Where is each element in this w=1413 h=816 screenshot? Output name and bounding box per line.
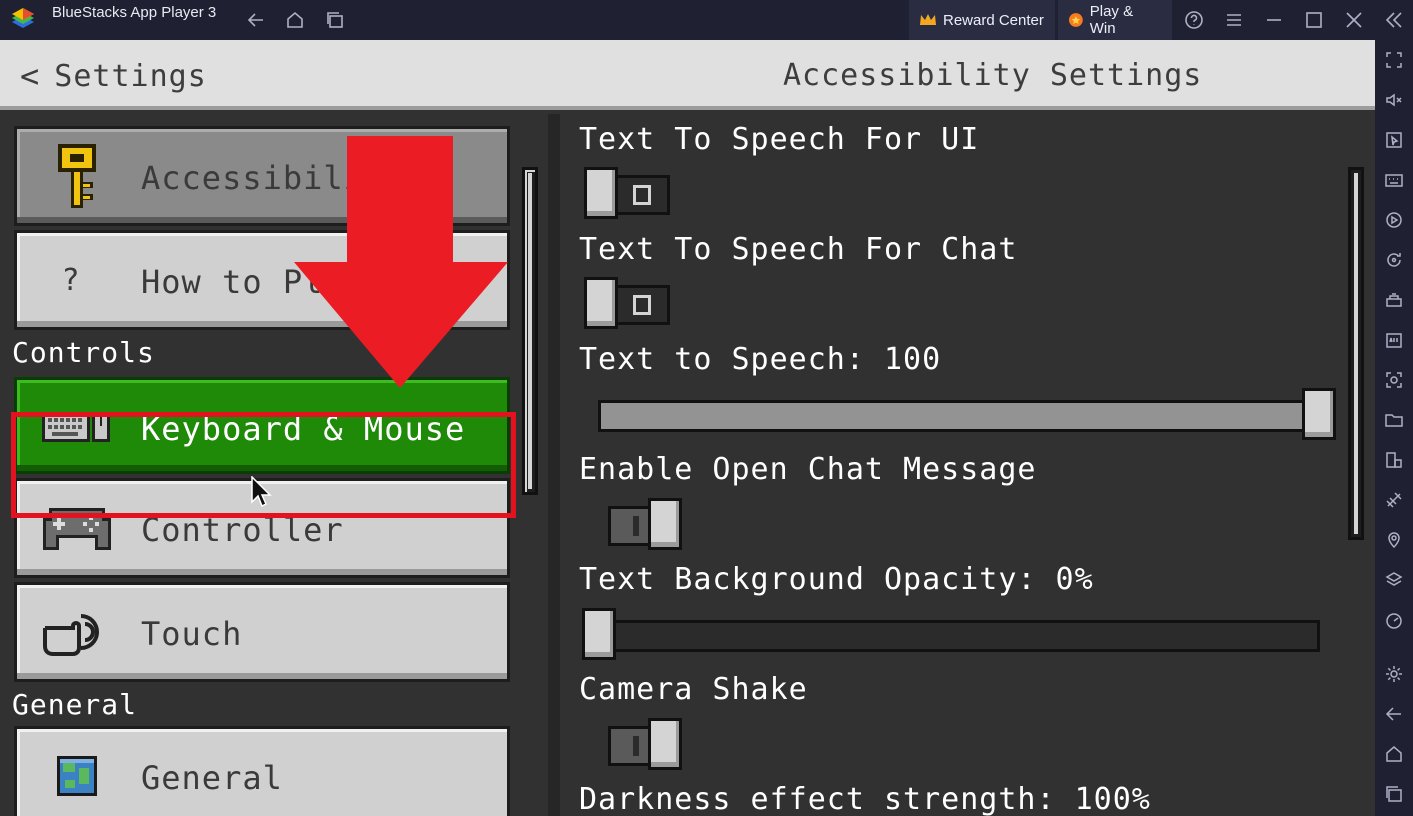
section-general: General xyxy=(12,688,138,721)
play-win-label: Play & Win xyxy=(1089,3,1134,37)
nav-touch-label: Touch xyxy=(141,615,243,653)
close-icon[interactable] xyxy=(1342,8,1366,32)
bg-opacity-label: Text Background Opacity: 0% xyxy=(579,562,1094,597)
location-icon[interactable] xyxy=(1382,528,1406,552)
panel-divider xyxy=(548,114,560,816)
key-icon xyxy=(39,144,115,208)
reward-center-button[interactable]: Reward Center xyxy=(909,0,1055,40)
minimize-icon[interactable] xyxy=(1262,8,1286,32)
chevron-left-icon: < xyxy=(20,57,41,95)
bg-opacity-slider[interactable] xyxy=(582,608,1320,660)
toggle-on-mark xyxy=(633,736,639,756)
nav-how-to-play[interactable]: ? How to Play xyxy=(14,230,510,330)
layers-icon[interactable] xyxy=(1382,568,1406,592)
cursor-lock-icon[interactable] xyxy=(1382,128,1406,152)
apk-install-icon[interactable] xyxy=(1382,328,1406,352)
gamepad-icon xyxy=(39,496,115,560)
reward-center-label: Reward Center xyxy=(943,11,1044,29)
tts-ui-label: Text To Speech For UI xyxy=(579,122,980,157)
minecraft-screen: < Settings Accessibility Settings Access… xyxy=(0,40,1375,816)
fullscreen-icon[interactable] xyxy=(1382,48,1406,72)
android-home-icon[interactable] xyxy=(1382,742,1406,766)
globe-cube-icon xyxy=(39,744,115,808)
settings-header: < Settings Accessibility Settings xyxy=(0,40,1375,110)
nav-keyboard-mouse[interactable]: Keyboard & Mouse xyxy=(14,377,510,474)
bluestacks-logo-icon xyxy=(12,8,34,28)
performance-icon[interactable] xyxy=(1382,608,1406,632)
play-win-icon xyxy=(1068,13,1083,27)
tts-chat-toggle[interactable] xyxy=(582,277,670,329)
play-win-button[interactable]: Play & Win xyxy=(1058,0,1172,40)
touch-hand-icon xyxy=(39,600,115,664)
camera-shake-label: Camera Shake xyxy=(579,672,808,707)
eco-mode-icon[interactable] xyxy=(1382,488,1406,512)
section-controls: Controls xyxy=(12,336,155,369)
keyboard-icon[interactable] xyxy=(1382,168,1406,192)
back-label: Settings xyxy=(54,58,207,94)
android-recents-icon[interactable] xyxy=(1382,782,1406,806)
title-bar: BlueStacks App Player 3 Reward Center Pl… xyxy=(0,0,1413,40)
android-back-icon[interactable] xyxy=(1382,702,1406,726)
content-scrollbar[interactable] xyxy=(1348,167,1364,540)
settings-gear-icon[interactable] xyxy=(1382,662,1406,686)
open-chat-toggle[interactable] xyxy=(594,498,682,550)
volume-mute-icon[interactable] xyxy=(1382,88,1406,112)
nav-accessibility[interactable]: Accessibility xyxy=(14,126,510,226)
page-title: Accessibility Settings xyxy=(783,58,1203,93)
back-arrow-icon[interactable] xyxy=(244,8,268,32)
maximize-icon[interactable] xyxy=(1302,8,1326,32)
nav-accessibility-label: Accessibility xyxy=(141,159,405,197)
nav-controller[interactable]: Controller xyxy=(14,478,510,578)
nav-keyboard-mouse-label: Keyboard & Mouse xyxy=(141,410,466,448)
nav-controller-label: Controller xyxy=(141,511,344,549)
open-chat-label: Enable Open Chat Message xyxy=(579,452,1037,487)
rotate-icon[interactable] xyxy=(1382,248,1406,272)
macro-icon[interactable] xyxy=(1382,208,1406,232)
nav-touch[interactable]: Touch xyxy=(14,582,510,682)
screenshot-icon[interactable] xyxy=(1382,368,1406,392)
keyboard-mouse-icon xyxy=(39,395,115,459)
app-title: BlueStacks App Player 3 xyxy=(52,4,217,21)
tts-ui-toggle[interactable] xyxy=(582,167,670,219)
tts-chat-label: Text To Speech For Chat xyxy=(579,232,1018,267)
toggle-off-mark xyxy=(633,185,651,205)
recent-apps-icon[interactable] xyxy=(323,8,347,32)
question-icon: ? xyxy=(61,262,81,298)
tts-volume-slider[interactable] xyxy=(598,388,1336,440)
toggle-off-mark xyxy=(633,295,651,315)
resize-icon[interactable] xyxy=(1382,448,1406,472)
bluestacks-sidebar xyxy=(1375,40,1413,816)
camera-shake-toggle[interactable] xyxy=(594,718,682,770)
darkness-label: Darkness effect strength: 100% xyxy=(579,782,1151,816)
multi-instance-icon[interactable] xyxy=(1382,288,1406,312)
folder-icon[interactable] xyxy=(1382,408,1406,432)
nav-how-to-play-label: How to Play xyxy=(141,263,364,301)
tts-volume-label: Text to Speech: 100 xyxy=(579,342,942,377)
collapse-sidebar-icon[interactable] xyxy=(1382,8,1406,32)
toggle-on-mark xyxy=(633,516,639,536)
crown-icon xyxy=(920,14,936,25)
help-icon[interactable] xyxy=(1182,8,1206,32)
home-icon[interactable] xyxy=(283,8,307,32)
settings-back-button[interactable]: < Settings xyxy=(20,56,207,96)
nav-scrollbar[interactable] xyxy=(522,167,538,495)
nav-general-label: General xyxy=(141,759,283,797)
nav-general[interactable]: General xyxy=(14,726,510,816)
menu-icon[interactable] xyxy=(1222,8,1246,32)
